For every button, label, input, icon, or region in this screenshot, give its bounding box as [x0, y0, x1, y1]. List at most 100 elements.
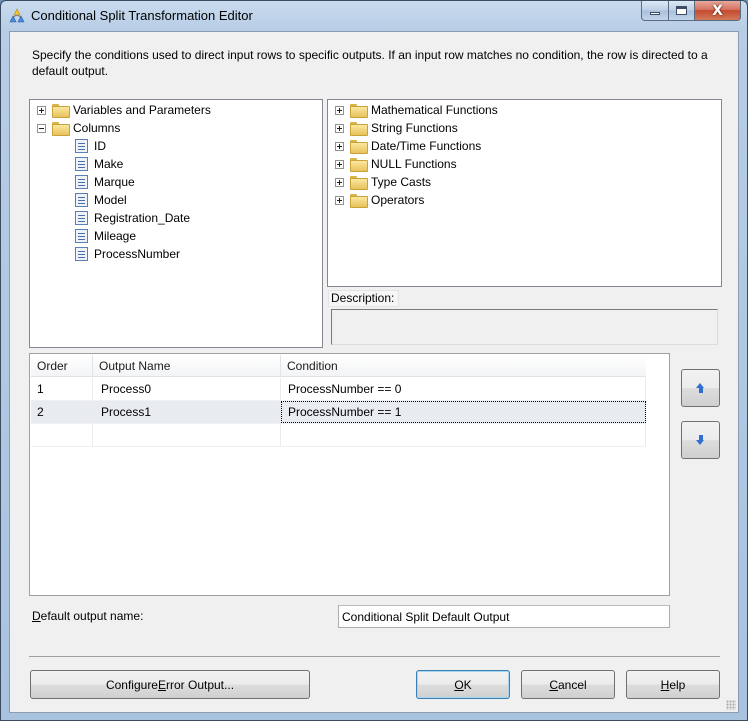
- mnemonic: C: [549, 677, 558, 692]
- minimize-button[interactable]: [641, 1, 669, 21]
- column-name: ID: [94, 139, 106, 153]
- tree-node-null-functions[interactable]: NULL Functions: [335, 155, 457, 173]
- move-down-button[interactable]: [681, 421, 720, 459]
- column-name: Mileage: [94, 229, 137, 243]
- column-name: Model: [94, 193, 127, 207]
- tree-node-operators[interactable]: Operators: [335, 191, 424, 209]
- grid-header: Order Output Name Condition: [31, 355, 646, 377]
- arrow-down-icon: [696, 435, 705, 445]
- dialog-client-area: Specify the conditions used to direct in…: [9, 31, 739, 713]
- column-name: Make: [94, 157, 124, 171]
- column-header-output-name[interactable]: Output Name: [93, 355, 281, 377]
- description-label: Description:: [328, 290, 400, 307]
- mnemonic: O: [454, 677, 464, 692]
- tree-node-column[interactable]: Marque: [75, 173, 135, 191]
- title-bar[interactable]: Conditional Split Transformation Editor …: [1, 1, 747, 31]
- tree-node-columns[interactable]: Columns: [37, 119, 120, 137]
- description-box: [331, 309, 718, 345]
- maximize-button[interactable]: [669, 1, 695, 21]
- default-output-label: Default output name:: [32, 609, 143, 623]
- expand-plus-icon[interactable]: [335, 105, 344, 115]
- ok-button[interactable]: OK: [416, 670, 510, 699]
- expand-plus-icon[interactable]: [335, 159, 344, 169]
- close-icon: X: [712, 2, 723, 19]
- collapse-minus-icon[interactable]: [37, 123, 46, 133]
- label-text: efault output name:: [40, 609, 144, 623]
- column-icon: [75, 139, 88, 153]
- output-name-cell[interactable]: Process0: [93, 378, 281, 400]
- configure-error-output-button[interactable]: Configure Error Output...: [30, 670, 310, 699]
- tree-node-column[interactable]: Registration_Date: [75, 209, 190, 227]
- default-output-name-input[interactable]: [338, 605, 670, 628]
- tree-node-column[interactable]: ProcessNumber: [75, 245, 180, 263]
- tree-node-label: String Functions: [371, 121, 458, 135]
- tree-node-column[interactable]: Model: [75, 191, 127, 209]
- column-icon: [75, 157, 88, 171]
- new-row[interactable]: [31, 424, 646, 447]
- columns-tree[interactable]: Variables and Parameters Columns ID Make…: [29, 99, 323, 348]
- column-name: ProcessNumber: [94, 247, 181, 261]
- table-row[interactable]: 1 Process0 ProcessNumber == 0: [31, 378, 646, 401]
- tree-node-label: Columns: [73, 121, 121, 135]
- mnemonic: H: [660, 677, 670, 692]
- folder-icon: [52, 122, 70, 136]
- functions-tree[interactable]: Mathematical Functions String Functions …: [327, 99, 722, 287]
- expand-plus-icon[interactable]: [335, 177, 344, 187]
- order-cell[interactable]: [31, 424, 93, 446]
- button-text: elp: [669, 677, 686, 692]
- column-header-order[interactable]: Order: [31, 355, 93, 377]
- window-title: Conditional Split Transformation Editor: [31, 8, 253, 23]
- column-icon: [75, 175, 88, 189]
- move-up-button[interactable]: [681, 369, 720, 407]
- table-row-selected[interactable]: 2 Process1 ProcessNumber == 1: [31, 401, 646, 424]
- order-cell[interactable]: 2: [31, 401, 93, 423]
- close-button[interactable]: X: [695, 1, 741, 21]
- tree-node-string-functions[interactable]: String Functions: [335, 119, 458, 137]
- expand-plus-icon[interactable]: [37, 105, 46, 115]
- button-text: Configure: [105, 677, 158, 692]
- column-name: Marque: [94, 175, 135, 189]
- column-header-condition[interactable]: Condition: [281, 355, 646, 377]
- separator: [29, 656, 720, 657]
- minimize-icon: [650, 12, 660, 15]
- folder-icon: [350, 176, 368, 190]
- output-name-cell[interactable]: Process1: [93, 401, 281, 423]
- ssis-transform-icon: [9, 8, 25, 23]
- tree-node-label: Type Casts: [371, 175, 432, 189]
- column-icon: [75, 229, 88, 243]
- condition-cell[interactable]: [281, 424, 646, 446]
- resize-grip[interactable]: [726, 700, 736, 710]
- tree-node-column[interactable]: ID: [75, 137, 106, 155]
- condition-cell[interactable]: ProcessNumber == 0: [281, 378, 646, 400]
- tree-node-mathematical-functions[interactable]: Mathematical Functions: [335, 101, 498, 119]
- order-cell[interactable]: 1: [31, 378, 93, 400]
- folder-icon: [350, 122, 368, 136]
- condition-cell[interactable]: ProcessNumber == 1: [281, 401, 646, 423]
- tree-node-variables[interactable]: Variables and Parameters: [37, 101, 211, 119]
- maximize-icon: [676, 6, 687, 15]
- folder-icon: [350, 194, 368, 208]
- tree-node-column[interactable]: Mileage: [75, 227, 136, 245]
- expand-plus-icon[interactable]: [335, 123, 344, 133]
- arrow-up-icon: [696, 383, 705, 393]
- tree-node-type-casts[interactable]: Type Casts: [335, 173, 431, 191]
- caption-buttons: X: [641, 1, 741, 21]
- cancel-button[interactable]: Cancel: [521, 670, 615, 699]
- output-name-cell[interactable]: [93, 424, 281, 446]
- tree-node-datetime-functions[interactable]: Date/Time Functions: [335, 137, 481, 155]
- tree-node-label: Operators: [371, 193, 425, 207]
- expand-plus-icon[interactable]: [335, 195, 344, 205]
- expand-plus-icon[interactable]: [335, 141, 344, 151]
- column-icon: [75, 247, 88, 261]
- tree-node-label: Mathematical Functions: [371, 103, 498, 117]
- folder-icon: [350, 104, 368, 118]
- help-button[interactable]: Help: [626, 670, 720, 699]
- tree-node-column[interactable]: Make: [75, 155, 123, 173]
- conditions-grid[interactable]: Order Output Name Condition 1 Process0 P…: [29, 353, 670, 596]
- tree-node-label: NULL Functions: [371, 157, 457, 171]
- tree-node-label: Date/Time Functions: [371, 139, 482, 153]
- folder-icon: [52, 104, 70, 118]
- button-text: ancel: [557, 677, 587, 692]
- folder-icon: [350, 158, 368, 172]
- button-text: rror Output...: [166, 677, 235, 692]
